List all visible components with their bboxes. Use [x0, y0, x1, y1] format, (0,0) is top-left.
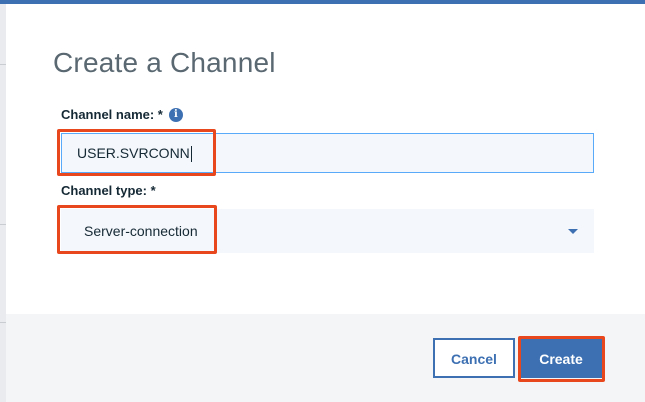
create-button[interactable]: Create: [520, 338, 602, 378]
text-caret: [190, 146, 192, 163]
chevron-down-icon[interactable]: [568, 229, 578, 234]
channel-type-label: Channel type: *: [61, 183, 156, 198]
channel-name-input[interactable]: USER.SVRCONN: [61, 133, 594, 173]
channel-type-select[interactable]: Server-connection: [61, 209, 594, 253]
dialog-title: Create a Channel: [53, 47, 276, 78]
channel-name-label-row: Channel name: * i: [61, 107, 183, 122]
info-icon[interactable]: i: [168, 107, 183, 122]
page: Create a Channel Channel name: * i USER.…: [0, 0, 645, 402]
dialog-footer: Cancel Create: [6, 314, 645, 402]
channel-name-label: Channel name: *: [61, 107, 163, 122]
channel-name-value: USER.SVRCONN: [77, 145, 190, 161]
cancel-button[interactable]: Cancel: [433, 338, 515, 378]
channel-type-label-row: Channel type: *: [61, 183, 156, 198]
create-channel-dialog: Create a Channel Channel name: * i USER.…: [6, 4, 645, 402]
channel-type-selected-value: Server-connection: [84, 223, 198, 239]
